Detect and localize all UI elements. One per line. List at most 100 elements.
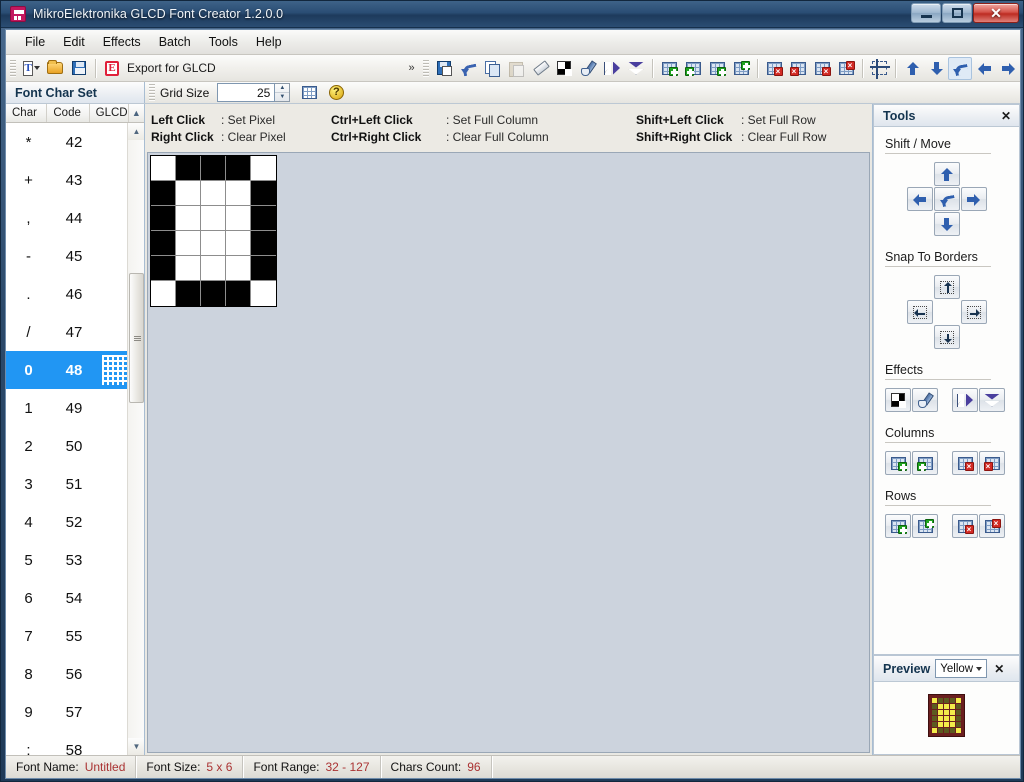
export-glcd-button[interactable]: E	[100, 57, 124, 80]
pixel-cell[interactable]	[201, 231, 226, 256]
pixel-cell[interactable]	[151, 206, 176, 231]
char-list-row[interactable]: :58	[6, 731, 144, 755]
char-list-row[interactable]: -45	[6, 237, 144, 275]
insert-column-left-button[interactable]	[657, 57, 681, 80]
open-font-button[interactable]	[43, 57, 67, 80]
invert-button[interactable]	[552, 57, 576, 80]
pixel-cell[interactable]	[251, 281, 276, 306]
pixel-cell[interactable]	[176, 231, 201, 256]
toolbar-grip[interactable]	[10, 59, 16, 78]
pixel-cell[interactable]	[251, 231, 276, 256]
insert-row-top-button[interactable]	[705, 57, 729, 80]
pixel-cell[interactable]	[226, 231, 251, 256]
pixel-cell[interactable]	[151, 281, 176, 306]
effect-flip-horizontal-button[interactable]	[952, 388, 978, 412]
pixel-cell[interactable]	[251, 256, 276, 281]
char-list-row[interactable]: 755	[6, 617, 144, 655]
toolbar-grip-2[interactable]	[423, 59, 429, 78]
grid-size-input[interactable]: 25	[217, 83, 275, 102]
char-list-row[interactable]: 149	[6, 389, 144, 427]
snap-bottom-button[interactable]	[934, 325, 960, 349]
pixel-cell[interactable]	[251, 156, 276, 181]
char-list-row[interactable]: +43	[6, 161, 144, 199]
char-list-row[interactable]: 351	[6, 465, 144, 503]
shift-right-button[interactable]	[996, 57, 1020, 80]
move-up-button[interactable]	[934, 162, 960, 186]
new-font-button[interactable]	[19, 57, 43, 80]
menu-edit[interactable]: Edit	[54, 32, 94, 52]
pixel-cell[interactable]	[201, 156, 226, 181]
export-glcd-label[interactable]: Export for GLCD	[124, 61, 224, 75]
pixel-cell[interactable]	[201, 256, 226, 281]
help-button[interactable]: ?	[324, 81, 348, 104]
snap-right-button[interactable]	[961, 300, 987, 324]
pixel-cell[interactable]	[151, 156, 176, 181]
pixel-cell[interactable]	[151, 256, 176, 281]
pixel-cell[interactable]	[251, 206, 276, 231]
shift-left-button[interactable]	[972, 57, 996, 80]
char-list-row[interactable]: ,44	[6, 199, 144, 237]
delete-column-left-button[interactable]: ×	[952, 451, 978, 475]
delete-row-top-button[interactable]: ×	[810, 57, 834, 80]
scroll-down-button[interactable]: ▼	[128, 738, 144, 755]
delete-row-bottom-button[interactable]: ×	[834, 57, 858, 80]
menu-help[interactable]: Help	[247, 32, 291, 52]
char-list-row[interactable]: .46	[6, 275, 144, 313]
scrollbar-thumb[interactable]	[129, 273, 144, 403]
toolbar-overflow-button[interactable]: »	[404, 55, 419, 81]
snap-left-button[interactable]	[907, 300, 933, 324]
flip-horizontal-button[interactable]	[600, 57, 624, 80]
stepper-up-icon[interactable]: ▲	[275, 84, 289, 92]
crop-button[interactable]	[867, 57, 891, 80]
insert-row-bottom-button[interactable]	[729, 57, 753, 80]
move-down-button[interactable]	[934, 212, 960, 236]
insert-column-right-button[interactable]	[681, 57, 705, 80]
save-as-button[interactable]	[432, 57, 456, 80]
char-list[interactable]: *42+43,44-45.46/470481492503514525536547…	[6, 123, 144, 755]
reset-position-button[interactable]	[948, 57, 972, 80]
pixel-cell[interactable]	[176, 181, 201, 206]
char-list-scrollbar[interactable]: ▲ ▼	[127, 123, 144, 755]
pixel-cell[interactable]	[226, 256, 251, 281]
pixel-cell[interactable]	[201, 206, 226, 231]
copy-button[interactable]	[480, 57, 504, 80]
char-list-row[interactable]: 250	[6, 427, 144, 465]
pixel-cell[interactable]	[176, 256, 201, 281]
pixel-grid[interactable]	[150, 155, 277, 307]
scroll-up-button[interactable]: ▲	[128, 123, 144, 140]
scrollbar-track[interactable]	[128, 140, 144, 738]
stepper-down-icon[interactable]: ▼	[275, 92, 289, 101]
preview-panel-close-icon[interactable]: ✕	[992, 662, 1006, 676]
add-column-right-button[interactable]	[912, 451, 938, 475]
column-header-char[interactable]: Char	[6, 104, 47, 122]
menu-tools[interactable]: Tools	[200, 32, 247, 52]
menu-effects[interactable]: Effects	[94, 32, 150, 52]
effect-fill-button[interactable]	[912, 388, 938, 412]
pixel-cell[interactable]	[226, 281, 251, 306]
char-list-row[interactable]: 957	[6, 693, 144, 731]
flip-vertical-button[interactable]	[624, 57, 648, 80]
char-list-row[interactable]: 654	[6, 579, 144, 617]
menu-batch[interactable]: Batch	[150, 32, 200, 52]
fill-button[interactable]	[576, 57, 600, 80]
pixel-canvas[interactable]	[147, 152, 870, 753]
pixel-cell[interactable]	[201, 281, 226, 306]
delete-column-right-button[interactable]: ×	[979, 451, 1005, 475]
menu-file[interactable]: File	[16, 32, 54, 52]
maximize-button[interactable]	[942, 3, 972, 23]
char-list-row[interactable]: 553	[6, 541, 144, 579]
column-header-code[interactable]: Code	[47, 104, 89, 122]
save-font-button[interactable]	[67, 57, 91, 80]
snap-top-button[interactable]	[934, 275, 960, 299]
effect-flip-vertical-button[interactable]	[979, 388, 1005, 412]
clear-button[interactable]	[528, 57, 552, 80]
paste-button[interactable]	[504, 57, 528, 80]
add-row-bottom-button[interactable]	[912, 514, 938, 538]
preview-color-select[interactable]: Yellow	[935, 659, 987, 678]
delete-column-left-button[interactable]: ×	[762, 57, 786, 80]
pixel-cell[interactable]	[226, 181, 251, 206]
pixel-cell[interactable]	[201, 181, 226, 206]
title-bar[interactable]: MikroElektronika GLCD Font Creator 1.2.0…	[1, 1, 1023, 28]
char-list-row[interactable]: /47	[6, 313, 144, 351]
move-reset-button[interactable]	[934, 187, 960, 211]
